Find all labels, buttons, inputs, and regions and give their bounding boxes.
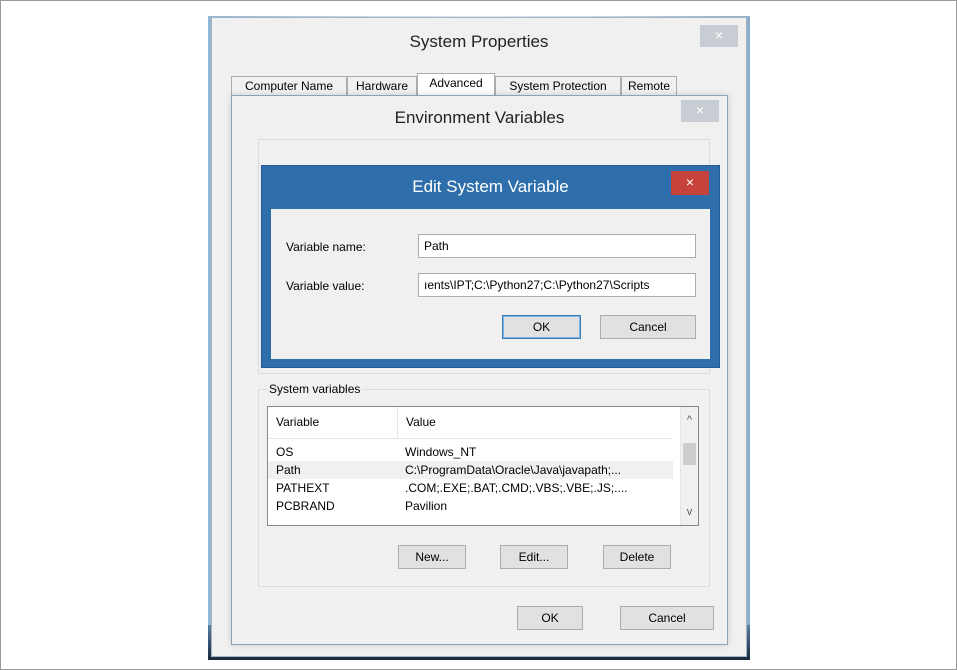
cancel-button[interactable]: Cancel	[620, 606, 714, 630]
environment-variables-title: Environment Variables	[394, 108, 565, 127]
system-properties-close-button[interactable]: ×	[700, 25, 738, 47]
list-header: Variable Value	[268, 407, 673, 439]
chevron-down-icon[interactable]: v	[681, 503, 698, 521]
system-variables-group-label: System variables	[267, 382, 363, 396]
table-row[interactable]: PATHEXT .COM;.EXE;.BAT;.CMD;.VBS;.VBE;.J…	[268, 479, 673, 497]
row-variable: Path	[276, 463, 301, 477]
edit-ok-button[interactable]: OK	[502, 315, 581, 339]
variable-name-label: Variable name:	[286, 240, 366, 254]
tab-advanced[interactable]: Advanced	[417, 73, 495, 96]
row-value: C:\ProgramData\Oracle\Java\javapath;...	[405, 463, 622, 477]
edit-system-variable-dialog: Edit System Variable × Variable name: Pa…	[261, 165, 720, 368]
tab-computer-name[interactable]: Computer Name	[231, 76, 347, 95]
variable-value-label: Variable value:	[286, 279, 365, 293]
column-header-value[interactable]: Value	[398, 407, 673, 438]
row-variable: OS	[276, 445, 294, 459]
edit-cancel-button[interactable]: Cancel	[600, 315, 696, 339]
variable-name-field[interactable]: Path	[418, 234, 696, 258]
table-row-selected[interactable]: Path C:\ProgramData\Oracle\Java\javapath…	[268, 461, 673, 479]
tab-hardware[interactable]: Hardware	[347, 76, 417, 95]
system-properties-title: System Properties	[409, 32, 549, 51]
environment-variables-close-button[interactable]: ×	[681, 100, 719, 122]
scrollbar-thumb[interactable]	[683, 443, 696, 465]
edit-system-variable-body: Variable name: Path Variable value: ıent…	[271, 209, 710, 359]
row-value: Pavilion	[405, 499, 448, 513]
chevron-up-icon[interactable]: ^	[681, 411, 698, 429]
table-row[interactable]: OS Windows_NT	[268, 443, 673, 461]
ok-button[interactable]: OK	[517, 606, 583, 630]
edit-system-variable-close-button[interactable]: ×	[671, 171, 709, 195]
table-row[interactable]: PCBRAND Pavilion	[268, 497, 673, 515]
edit-system-variable-titlebar[interactable]: Edit System Variable ×	[262, 166, 719, 209]
row-variable: PATHEXT	[276, 481, 330, 495]
environment-variables-titlebar[interactable]: Environment Variables ×	[232, 96, 727, 144]
row-value: .COM;.EXE;.BAT;.CMD;.VBS;.VBE;.JS;....	[405, 481, 628, 495]
edit-system-variable-title: Edit System Variable	[412, 177, 569, 196]
new-variable-button[interactable]: New...	[398, 545, 466, 569]
delete-variable-button[interactable]: Delete	[603, 545, 671, 569]
column-header-variable[interactable]: Variable	[268, 407, 398, 438]
row-variable: PCBRAND	[276, 499, 335, 513]
row-value: Windows_NT	[405, 445, 477, 459]
list-scrollbar[interactable]: ^ v	[680, 407, 698, 525]
variable-value-field[interactable]: ıents\IPT;C:\Python27;C:\Python27\Script…	[418, 273, 696, 297]
system-variables-list[interactable]: Variable Value OS Windows_NT Path C:\Pro…	[267, 406, 699, 526]
tab-remote[interactable]: Remote	[621, 76, 677, 95]
edit-variable-button[interactable]: Edit...	[500, 545, 568, 569]
system-properties-titlebar[interactable]: System Properties ×	[212, 18, 746, 68]
tab-system-protection[interactable]: System Protection	[495, 76, 621, 95]
